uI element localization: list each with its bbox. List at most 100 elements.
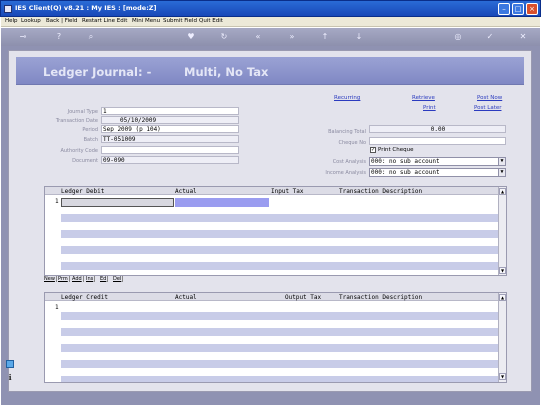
tab-new[interactable]: New [44, 276, 57, 282]
column-header[interactable]: Input Tax [271, 188, 304, 195]
tab-ed[interactable]: Ed [100, 276, 109, 282]
post-now-link[interactable]: Post Now [477, 95, 502, 101]
page-banner: Ledger Journal: - Multi, No Tax [16, 57, 524, 85]
income-analysis-value: 000: no sub account [371, 169, 440, 176]
scroll-up-icon[interactable]: ▲ [499, 188, 506, 195]
menu-quit-edit[interactable]: Quit Edit [199, 18, 223, 24]
column-header[interactable]: Actual [175, 294, 197, 301]
globe-icon[interactable]: ◎ [452, 31, 464, 43]
table-row[interactable] [61, 214, 499, 222]
column-header[interactable]: Output Tax [285, 294, 321, 301]
menu-submit-field[interactable]: Submit Field [163, 18, 197, 24]
cost-analysis-select[interactable]: 000: no sub account ▼ [369, 157, 506, 166]
income-analysis-label: Income Analysis [325, 170, 366, 176]
recurring-link[interactable]: Recurring [334, 95, 360, 101]
post-later-link[interactable]: Post Later [474, 105, 502, 111]
authority-code-label: Authority Code [60, 148, 98, 154]
maximize-button[interactable]: □ [512, 3, 524, 15]
close-icon[interactable]: ✕ [517, 31, 529, 43]
fast-forward-icon[interactable]: » [286, 31, 298, 43]
info-icon[interactable]: ℹ [6, 374, 14, 382]
table-row[interactable] [61, 344, 499, 352]
grid-header: Ledger Credit Actual Output Tax Transact… [45, 293, 506, 301]
ledger-credit-grid[interactable]: Ledger Credit Actual Output Tax Transact… [44, 292, 507, 383]
column-header[interactable]: Transaction Description [339, 294, 422, 301]
table-row[interactable] [61, 328, 499, 336]
batch-label: Batch [83, 137, 98, 143]
row-number: 1 [55, 304, 59, 311]
document-label: Document [72, 158, 98, 164]
side-panel-icon[interactable] [6, 360, 14, 368]
scrollbar[interactable]: ▲ ▼ [498, 187, 506, 275]
close-window-button[interactable]: × [526, 3, 538, 15]
help-icon[interactable]: ? [53, 31, 65, 43]
ledger-debit-grid[interactable]: Ledger Debit Actual Input Tax Transactio… [44, 186, 507, 276]
table-row[interactable] [61, 360, 499, 368]
down-arrow-icon[interactable]: ↓ [353, 31, 365, 43]
table-row[interactable] [61, 246, 499, 254]
period-label: Period [82, 127, 98, 133]
transaction-date-field[interactable]: 05/10/2009 [101, 116, 239, 124]
table-row[interactable] [61, 312, 499, 320]
menu-help[interactable]: Help [5, 18, 18, 24]
menu-bar: Help Lookup Back | Field Restart Line Ed… [1, 17, 540, 27]
retrieve-link[interactable]: Retrieve [412, 95, 435, 101]
print-cheque-checkbox[interactable]: ✓ [370, 147, 376, 153]
balancing-total-label: Balancing Total [328, 129, 366, 135]
journal-type-field[interactable]: 1 [101, 107, 239, 115]
table-row[interactable] [61, 376, 499, 382]
menu-restart-line-edit[interactable]: Restart Line Edit [82, 18, 127, 24]
tab-prm[interactable]: Prm [58, 276, 70, 282]
up-arrow-icon[interactable]: ↑ [319, 31, 331, 43]
rewind-icon[interactable]: « [252, 31, 264, 43]
menu-lookup[interactable]: Lookup [21, 18, 41, 24]
batch-field[interactable]: TT-051009 [101, 135, 239, 143]
journal-type-label: Journal Type [67, 109, 98, 115]
authority-code-field[interactable] [101, 146, 239, 154]
cheque-no-label: Cheque No [338, 140, 366, 146]
window-title-bar: IES Client(Q) v8.21 : My IES : [mode:Z] … [0, 0, 541, 17]
income-analysis-select[interactable]: 000: no sub account ▼ [369, 168, 506, 177]
window-title: IES Client(Q) v8.21 : My IES : [mode:Z] [15, 4, 157, 12]
balancing-total-field: 0.00 [369, 125, 506, 133]
minimize-button[interactable]: – [498, 3, 510, 15]
chevron-down-icon[interactable]: ▼ [498, 158, 505, 165]
tab-ins[interactable]: Ins [86, 276, 96, 282]
print-cheque-label: Print Cheque [378, 147, 414, 153]
key-icon[interactable]: ⊸ [13, 31, 33, 43]
cheque-no-field[interactable] [369, 137, 506, 145]
actual-cell[interactable] [175, 198, 269, 207]
document-field[interactable]: 09-090 [101, 156, 239, 164]
row-number: 1 [55, 198, 59, 205]
column-header[interactable]: Ledger Debit [61, 188, 104, 195]
tab-del[interactable]: Del [113, 276, 124, 282]
menu-back-field[interactable]: Back | Field [46, 18, 77, 24]
menu-mini-menu[interactable]: Mini Menu [132, 18, 160, 24]
transaction-date-label: Transaction Date [55, 118, 98, 124]
page-title: Ledger Journal: - [43, 65, 152, 79]
scroll-up-icon[interactable]: ▲ [499, 294, 506, 301]
toolbar: ⊸ ? ⌕ ♥ ↻ « » ↑ ↓ ◎ ✓ ✕ [1, 28, 540, 46]
column-header[interactable]: Ledger Credit [61, 294, 108, 301]
scroll-down-icon[interactable]: ▼ [499, 267, 506, 274]
grid-header: Ledger Debit Actual Input Tax Transactio… [45, 187, 506, 195]
app-icon [4, 5, 12, 13]
column-header[interactable]: Transaction Description [339, 188, 422, 195]
page-subtitle: Multi, No Tax [184, 65, 269, 79]
cost-analysis-label: Cost Analysis [332, 159, 366, 165]
period-field[interactable]: Sep 2009 (p 104) [101, 125, 239, 133]
column-header[interactable]: Actual [175, 188, 197, 195]
check-icon[interactable]: ✓ [484, 31, 496, 43]
search-icon[interactable]: ⌕ [85, 31, 97, 43]
table-row[interactable] [61, 262, 499, 270]
scrollbar[interactable]: ▲ ▼ [498, 293, 506, 382]
heart-icon[interactable]: ♥ [185, 31, 197, 43]
tab-add[interactable]: Add [72, 276, 84, 282]
print-link[interactable]: Print [423, 105, 436, 111]
chevron-down-icon[interactable]: ▼ [498, 169, 505, 176]
table-row[interactable] [61, 230, 499, 238]
cost-analysis-value: 000: no sub account [371, 158, 440, 165]
scroll-down-icon[interactable]: ▼ [499, 373, 506, 380]
refresh-icon[interactable]: ↻ [218, 31, 230, 43]
ledger-debit-cell[interactable] [61, 198, 174, 207]
